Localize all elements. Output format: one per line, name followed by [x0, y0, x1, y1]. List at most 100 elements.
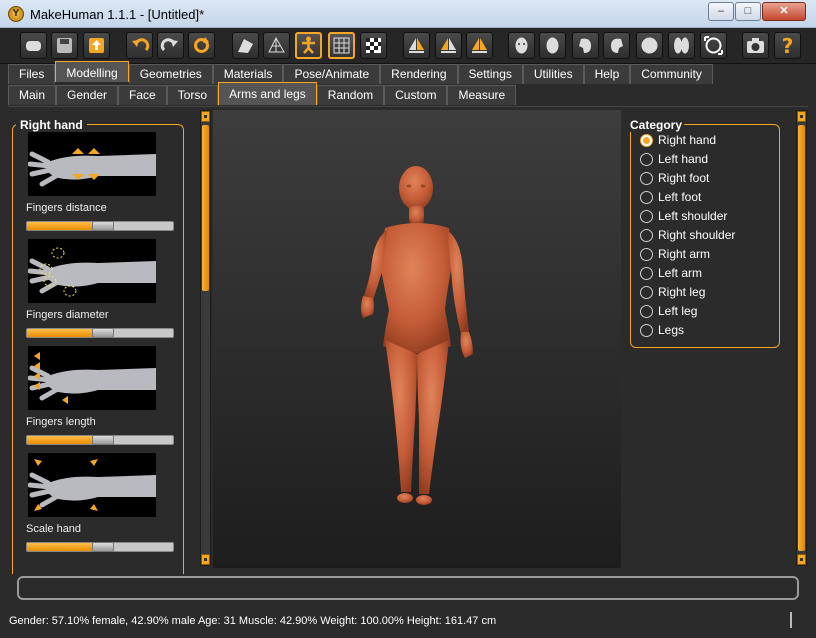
- subtab-measure[interactable]: Measure: [447, 85, 517, 105]
- category-option-right-arm[interactable]: Right arm: [640, 246, 710, 262]
- tab-files[interactable]: Files: [8, 64, 56, 84]
- symmetry-button[interactable]: [466, 32, 493, 59]
- subtab-face[interactable]: Face: [118, 85, 167, 105]
- radio-button[interactable]: [640, 266, 653, 280]
- hand-preview-image: [28, 346, 156, 410]
- subtab-main[interactable]: Main: [8, 85, 57, 105]
- subtab-random[interactable]: Random: [316, 85, 385, 105]
- back-view-button[interactable]: [539, 32, 566, 59]
- radio-button[interactable]: [640, 323, 653, 337]
- category-option-right-foot[interactable]: Right foot: [640, 170, 709, 186]
- category-option-left-hand[interactable]: Left hand: [640, 151, 708, 167]
- radio-button[interactable]: [640, 285, 653, 299]
- left-panel-scrollbar[interactable]: [200, 110, 211, 566]
- tab-pose-animate[interactable]: Pose/Animate: [283, 64, 381, 84]
- scroll-thumb[interactable]: [202, 125, 209, 291]
- scroll-thumb[interactable]: [798, 125, 805, 551]
- size-grip[interactable]: [790, 612, 792, 628]
- slider-handle[interactable]: [92, 328, 114, 338]
- new-model-button[interactable]: [20, 32, 47, 59]
- tab-community[interactable]: Community: [630, 64, 713, 84]
- category-option-legs[interactable]: Legs: [640, 322, 684, 338]
- subtab-custom[interactable]: Custom: [384, 85, 448, 105]
- subtab-torso[interactable]: Torso: [166, 85, 219, 105]
- slider-label: Fingers diameter: [26, 309, 109, 321]
- pose-button[interactable]: [295, 32, 322, 59]
- reset-camera-button[interactable]: [700, 32, 727, 59]
- redo-icon: [160, 38, 178, 52]
- front-view-button[interactable]: [508, 32, 535, 59]
- tab-rendering[interactable]: Rendering: [380, 64, 458, 84]
- status-text: Gender: 57.10% female, 42.90% male Age: …: [9, 615, 497, 627]
- background-button[interactable]: [360, 32, 387, 59]
- slider-handle[interactable]: [92, 542, 114, 552]
- export-button[interactable]: [83, 32, 110, 59]
- tab-materials[interactable]: Materials: [212, 64, 284, 84]
- radio-button[interactable]: [640, 133, 653, 147]
- category-option-left-shoulder[interactable]: Left shoulder: [640, 208, 727, 224]
- category-option-right-hand[interactable]: Right hand: [640, 132, 716, 148]
- scroll-down-arrow[interactable]: [201, 554, 210, 565]
- symmetry-right-button[interactable]: [403, 32, 430, 59]
- toolbar: ?: [0, 28, 816, 64]
- minimize-button[interactable]: –: [708, 2, 734, 21]
- redo-button[interactable]: [157, 32, 184, 59]
- undo-button[interactable]: [126, 32, 153, 59]
- category-option-label: Right arm: [658, 247, 711, 261]
- close-button[interactable]: ✕: [762, 2, 806, 21]
- right-panel: Category Right hand Left hand Right foot Le…: [624, 110, 796, 568]
- scroll-up-arrow[interactable]: [201, 111, 210, 122]
- category-option-right-leg[interactable]: Right leg: [640, 284, 705, 300]
- wireframe-button[interactable]: [263, 32, 290, 59]
- subtab-gender[interactable]: Gender: [56, 85, 119, 105]
- slider-track[interactable]: [26, 435, 174, 445]
- radio-button[interactable]: [640, 209, 653, 223]
- grid-icon: [333, 37, 350, 54]
- 3d-viewport[interactable]: [213, 110, 621, 568]
- radio-button[interactable]: [640, 171, 653, 185]
- right-panel-scrollbar[interactable]: [796, 110, 807, 566]
- reset-camera-icon: [704, 36, 723, 55]
- title-bar: Y MakeHuman 1.1.1 - [Untitled]* – □ ✕: [0, 0, 816, 28]
- symmetry-left-button[interactable]: [435, 32, 462, 59]
- scroll-down-arrow[interactable]: [797, 554, 806, 565]
- category-option-left-leg[interactable]: Left leg: [640, 303, 697, 319]
- slider-track[interactable]: [26, 328, 174, 338]
- category-option-label: Legs: [658, 323, 685, 337]
- maximize-button[interactable]: □: [735, 2, 761, 21]
- screenshot-button[interactable]: [742, 32, 769, 59]
- bottom-view-button[interactable]: [668, 32, 695, 59]
- undo-icon: [132, 38, 150, 52]
- top-view-button[interactable]: [636, 32, 663, 59]
- slider-label: Fingers length: [26, 416, 96, 428]
- left-view-button[interactable]: [572, 32, 599, 59]
- tab-utilities[interactable]: Utilities: [522, 64, 584, 84]
- radio-button[interactable]: [640, 228, 653, 242]
- radio-button[interactable]: [640, 304, 653, 318]
- progress-bar: [17, 576, 799, 600]
- help-button[interactable]: ?: [774, 32, 801, 59]
- tab-geometries[interactable]: Geometries: [128, 64, 213, 84]
- radio-button[interactable]: [640, 247, 653, 261]
- grid-button[interactable]: [328, 32, 355, 59]
- category-option-left-foot[interactable]: Left foot: [640, 189, 701, 205]
- right-view-button[interactable]: [603, 32, 630, 59]
- save-button[interactable]: [51, 32, 78, 59]
- smooth-button[interactable]: [232, 32, 259, 59]
- reset-button[interactable]: [188, 32, 215, 59]
- subtab-arms-and-legs[interactable]: Arms and legs: [218, 82, 317, 105]
- radio-button[interactable]: [640, 152, 653, 166]
- slider-track[interactable]: [26, 221, 174, 231]
- slider-track[interactable]: [26, 542, 174, 552]
- scroll-up-arrow[interactable]: [797, 111, 806, 122]
- category-option-left-arm[interactable]: Left arm: [640, 265, 702, 281]
- category-option-right-shoulder[interactable]: Right shoulder: [640, 227, 735, 243]
- tab-settings[interactable]: Settings: [457, 64, 523, 84]
- slider-handle[interactable]: [92, 435, 114, 445]
- left-panel-title: Right hand: [16, 118, 87, 132]
- tab-modelling[interactable]: Modelling: [55, 61, 129, 82]
- bottom-view-icon: [674, 37, 689, 54]
- slider-handle[interactable]: [92, 221, 114, 231]
- tab-help[interactable]: Help: [583, 64, 631, 84]
- radio-button[interactable]: [640, 190, 653, 204]
